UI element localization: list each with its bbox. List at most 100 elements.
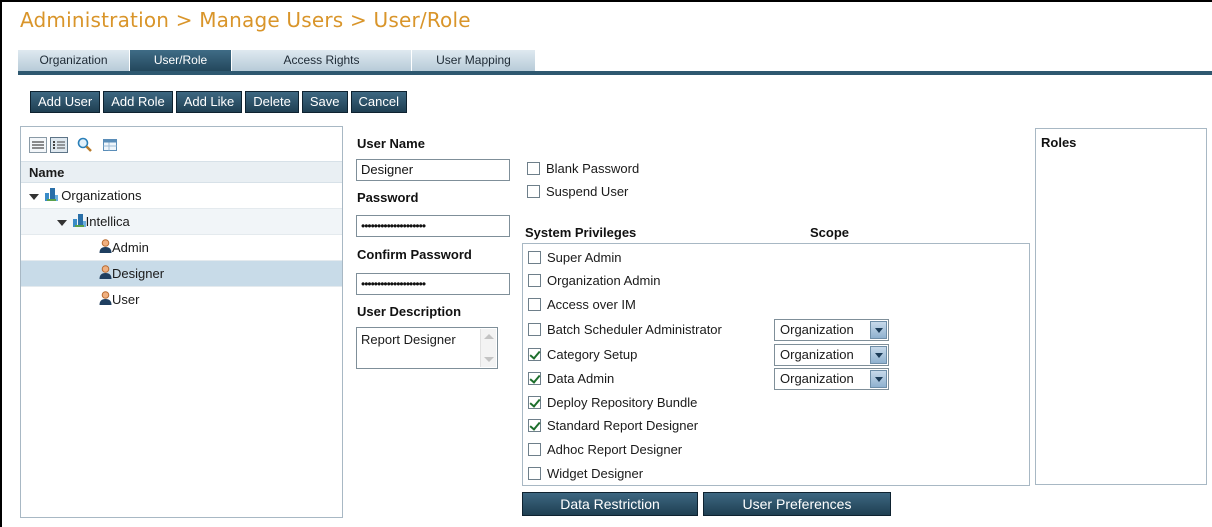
tab-bar: Organization User/Role Access Rights Use… [18, 50, 536, 71]
organization-icon [72, 210, 86, 236]
system-privileges-header: System Privileges [525, 225, 637, 240]
scope-header: Scope [810, 225, 850, 240]
chevron-down-icon[interactable] [870, 321, 887, 339]
delete-button[interactable]: Delete [245, 91, 299, 113]
user-icon [99, 262, 112, 288]
privilege-label: Standard Report Designer [547, 418, 699, 433]
roles-panel: Roles [1035, 128, 1207, 485]
scope-select-value: Organization [780, 371, 854, 386]
privilege-label: Data Admin [547, 371, 615, 386]
privilege-checkbox[interactable] [528, 419, 541, 432]
privilege-adhoc-report-designer[interactable]: Adhoc Report Designer [528, 442, 682, 457]
privilege-standard-report-designer[interactable]: Standard Report Designer [528, 418, 698, 433]
tab-access-rights[interactable]: Access Rights [232, 50, 412, 71]
privilege-checkbox[interactable] [528, 323, 541, 336]
chevron-down-icon[interactable] [870, 370, 887, 388]
user-description-textarea[interactable]: Report Designer [356, 327, 498, 369]
expand-toggle-icon[interactable] [29, 193, 39, 200]
user-icon [99, 288, 112, 314]
suspend-user-checkbox[interactable] [527, 185, 540, 198]
privilege-widget-designer[interactable]: Widget Designer [528, 466, 643, 481]
scope-select-data-admin[interactable]: Organization [774, 368, 889, 390]
suspend-user-option[interactable]: Suspend User [527, 184, 628, 199]
scope-select-batch-scheduler[interactable]: Organization [774, 319, 889, 341]
tree-node-label: User [112, 292, 140, 307]
privilege-category-setup[interactable]: Category Setup [528, 347, 637, 362]
user-preferences-button[interactable]: User Preferences [703, 492, 891, 516]
privilege-access-over-im[interactable]: Access over IM [528, 297, 636, 312]
roles-header: Roles [1041, 135, 1077, 150]
tree-node-admin[interactable]: Admin [21, 235, 342, 261]
blank-password-checkbox[interactable] [527, 162, 540, 175]
privilege-checkbox[interactable] [528, 274, 541, 287]
privilege-label: Organization Admin [547, 273, 661, 288]
privilege-data-admin[interactable]: Data Admin [528, 371, 614, 386]
add-user-button[interactable]: Add User [30, 91, 101, 113]
tree-node-user[interactable]: User [21, 287, 342, 313]
privilege-checkbox[interactable] [528, 467, 541, 480]
privilege-checkbox[interactable] [528, 348, 541, 361]
privilege-checkbox[interactable] [528, 251, 541, 264]
scope-select-category-setup[interactable]: Organization [774, 344, 889, 366]
password-input[interactable]: •••••••••••••••••••• [356, 215, 510, 237]
scroll-down-icon[interactable] [484, 357, 494, 362]
tree-node-label: Intellica [85, 214, 130, 229]
user-icon [99, 236, 112, 262]
privilege-label: Widget Designer [547, 466, 644, 481]
tab-underline [18, 71, 1212, 75]
table-view-icon[interactable] [101, 137, 119, 153]
tree-node-intellica[interactable]: Intellica [21, 209, 342, 235]
tree-node-organizations[interactable]: Organizations [21, 183, 342, 209]
privilege-checkbox[interactable] [528, 372, 541, 385]
details-view-icon[interactable] [50, 137, 68, 153]
blank-password-option[interactable]: Blank Password [527, 161, 639, 176]
page-title: Administration > Manage Users > User/Rol… [20, 8, 471, 32]
privilege-label: Batch Scheduler Administrator [547, 322, 722, 337]
description-scrollbar[interactable] [480, 329, 496, 367]
password-label: Password [357, 190, 419, 205]
scope-select-value: Organization [780, 322, 854, 337]
tree-node-label: Organizations [61, 188, 142, 203]
privilege-label: Super Admin [547, 250, 622, 265]
privilege-checkbox[interactable] [528, 443, 541, 456]
privilege-deploy-repository-bundle[interactable]: Deploy Repository Bundle [528, 395, 697, 410]
list-view-icon[interactable] [29, 137, 47, 153]
privilege-super-admin[interactable]: Super Admin [528, 250, 621, 265]
save-button[interactable]: Save [301, 91, 348, 113]
user-name-input[interactable]: Designer [356, 159, 510, 181]
user-name-label: User Name [357, 136, 425, 151]
cancel-button[interactable]: Cancel [350, 91, 407, 113]
tab-user-role[interactable]: User/Role [130, 50, 232, 71]
tab-user-mapping[interactable]: User Mapping [412, 50, 536, 71]
privilege-label: Adhoc Report Designer [547, 442, 683, 457]
tree-node-label: Admin [112, 240, 149, 255]
tab-organization[interactable]: Organization [18, 50, 130, 71]
scroll-up-icon[interactable] [484, 334, 494, 339]
blank-password-label: Blank Password [546, 161, 640, 176]
tree-node-designer[interactable]: Designer [21, 261, 342, 287]
tree-toolbar [21, 127, 342, 161]
data-restriction-button[interactable]: Data Restriction [522, 492, 698, 516]
privilege-batch-scheduler-admin[interactable]: Batch Scheduler Administrator [528, 322, 722, 337]
tree-column-header: Name [21, 161, 342, 183]
user-tree-panel: Name Organizations Intellica Admin Desig… [20, 126, 343, 518]
user-description-text: Report Designer [361, 332, 456, 347]
add-role-button[interactable]: Add Role [103, 91, 173, 113]
privilege-label: Access over IM [547, 297, 636, 312]
privilege-checkbox[interactable] [528, 298, 541, 311]
privilege-label: Deploy Repository Bundle [547, 395, 698, 410]
privilege-checkbox[interactable] [528, 396, 541, 409]
chevron-down-icon[interactable] [870, 346, 887, 364]
action-toolbar: Add User Add Role Add Like Delete Save C… [30, 91, 407, 113]
confirm-password-label: Confirm Password [357, 247, 472, 262]
add-like-button[interactable]: Add Like [175, 91, 243, 113]
expand-toggle-icon[interactable] [57, 219, 67, 226]
tree-node-label: Designer [112, 266, 165, 281]
search-icon[interactable] [76, 137, 94, 153]
user-description-label: User Description [357, 304, 462, 319]
confirm-password-input[interactable]: •••••••••••••••••••• [356, 273, 510, 295]
privilege-organization-admin[interactable]: Organization Admin [528, 273, 660, 288]
scope-select-value: Organization [780, 347, 854, 362]
suspend-user-label: Suspend User [546, 184, 629, 199]
privilege-label: Category Setup [547, 347, 638, 362]
